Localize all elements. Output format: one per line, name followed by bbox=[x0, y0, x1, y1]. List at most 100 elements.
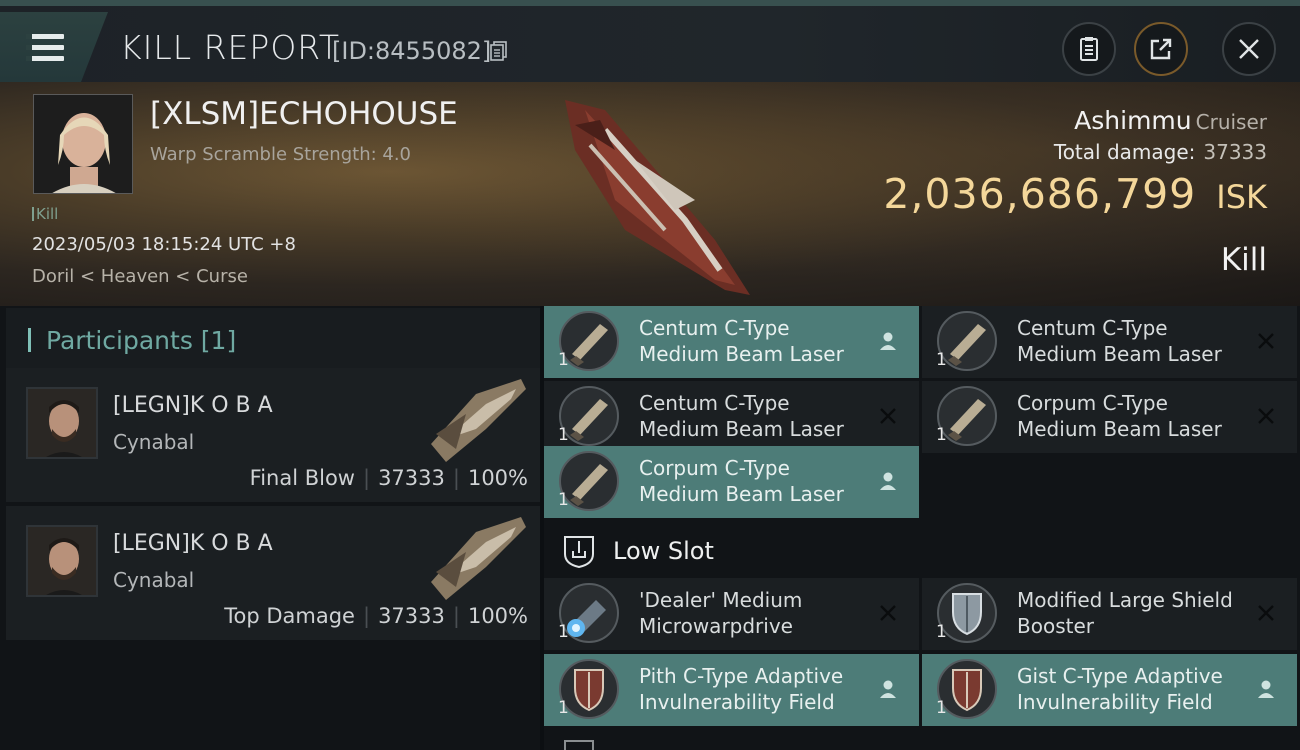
dropped-person-icon bbox=[880, 680, 896, 698]
participant-row[interactable]: [LEGN]K O B A Cynabal Top Damage | 37333 | 1… bbox=[6, 506, 540, 640]
module-quantity: 1 bbox=[936, 622, 947, 642]
kill-location: Doril < Heaven < Curse bbox=[32, 266, 248, 287]
participant-role: Final Blow bbox=[249, 466, 355, 490]
module-quantity: 1 bbox=[936, 425, 947, 445]
module-item[interactable]: 1 Centum C-Type Medium Beam Laser bbox=[922, 306, 1297, 378]
participants-panel: Participants [1] [LEGN]K O B A Cynabal F… bbox=[0, 306, 540, 750]
module-quantity: 1 bbox=[936, 698, 947, 718]
kill-result: Kill bbox=[1220, 242, 1267, 278]
share-button[interactable] bbox=[1134, 22, 1188, 76]
participant-percent: 100% bbox=[467, 466, 528, 490]
total-damage-value: 37333 bbox=[1203, 140, 1267, 164]
low-slot-header: Low Slot bbox=[544, 522, 1300, 578]
destroyed-x-icon bbox=[880, 408, 896, 424]
isk-value: 2,036,686,799 ISK bbox=[883, 170, 1267, 218]
isk-unit: ISK bbox=[1216, 178, 1267, 216]
isk-amount: 2,036,686,799 bbox=[883, 170, 1197, 218]
module-name-line1: 'Dealer' Medium bbox=[639, 588, 803, 612]
module-name-line1: Gist C-Type Adaptive bbox=[1017, 664, 1223, 688]
destroyed-x-icon bbox=[1258, 333, 1274, 349]
avatar[interactable] bbox=[26, 387, 98, 459]
module-quantity: 1 bbox=[936, 350, 947, 370]
participant-role: Top Damage bbox=[224, 604, 355, 628]
participant-row[interactable]: [LEGN]K O B A Cynabal Final Blow | 37333 | 1… bbox=[6, 368, 540, 502]
module-item[interactable]: 1 Centum C-Type Medium Beam Laser bbox=[544, 306, 919, 378]
participant-name: [LEGN]K O B A bbox=[113, 393, 273, 418]
menu-tab[interactable] bbox=[0, 12, 108, 82]
victim-ship: Ashimmu Cruiser bbox=[1074, 106, 1267, 135]
module-item[interactable]: 1 Corpum C-Type Medium Beam Laser bbox=[922, 381, 1297, 453]
warp-scramble-strength: Warp Scramble Strength: 4.0 bbox=[150, 144, 412, 165]
total-damage-label: Total damage: bbox=[1053, 140, 1196, 164]
module-item[interactable]: 1 Pith C-Type Adaptive Invulnerability F… bbox=[544, 654, 919, 726]
module-name-line2: Microwarpdrive bbox=[639, 614, 793, 638]
module-name-line1: Centum C-Type bbox=[639, 316, 790, 340]
avatar[interactable] bbox=[26, 525, 98, 597]
module-item[interactable]: 1 'Dealer' Medium Microwarpdrive bbox=[544, 578, 919, 650]
close-icon bbox=[1239, 39, 1259, 59]
participant-damage: 37333 bbox=[378, 466, 445, 490]
destroyed-x-icon bbox=[880, 605, 896, 621]
module-name-line1: Centum C-Type bbox=[639, 391, 790, 415]
participants-title: Participants [1] bbox=[46, 326, 237, 355]
dropped-person-icon bbox=[880, 332, 896, 350]
module-item[interactable]: 1 Corpum C-Type Medium Beam Laser bbox=[544, 446, 919, 518]
participant-avatar-image bbox=[28, 389, 96, 457]
victim-avatar-image bbox=[34, 95, 132, 193]
participant-stats: Top Damage | 37333 | 100% bbox=[224, 604, 528, 628]
module-name-line1: Modified Large Shield bbox=[1017, 588, 1233, 612]
module-quantity: 1 bbox=[558, 622, 569, 642]
total-damage: Total damage: 37333 bbox=[1054, 140, 1267, 164]
module-name-line2: Invulnerability Field bbox=[639, 690, 835, 714]
clipboard-icon bbox=[1080, 37, 1098, 61]
fittings-panel: 1 Centum C-Type Medium Beam Laser 1 Cent… bbox=[544, 306, 1300, 750]
participant-damage: 37333 bbox=[378, 604, 445, 628]
module-name-line1: Corpum C-Type bbox=[1017, 391, 1168, 415]
module-item[interactable]: 1 Centum C-Type Medium Beam Laser bbox=[544, 381, 919, 453]
victim-name: [XLSM]ECHOHOUSE bbox=[150, 96, 458, 132]
close-button[interactable] bbox=[1222, 22, 1276, 76]
module-name-line1: Corpum C-Type bbox=[639, 456, 790, 480]
destroyed-x-icon bbox=[1258, 605, 1274, 621]
victim-ship-class: Cruiser bbox=[1195, 110, 1267, 134]
module-name-line1: Pith C-Type Adaptive bbox=[639, 664, 844, 688]
module-quantity: 1 bbox=[558, 350, 569, 370]
share-icon bbox=[1150, 38, 1172, 60]
module-item[interactable]: 1 Modified Large Shield Booster bbox=[922, 578, 1297, 650]
module-name-line1: Centum C-Type bbox=[1017, 316, 1168, 340]
module-name-line2: Medium Beam Laser bbox=[639, 342, 844, 366]
module-quantity: 1 bbox=[558, 490, 569, 510]
kill-datetime: 2023/05/03 18:15:24 UTC +8 bbox=[32, 234, 296, 255]
participant-ship-image bbox=[431, 379, 526, 462]
participant-avatar-image bbox=[28, 527, 96, 595]
module-name-line2: Medium Beam Laser bbox=[639, 482, 844, 506]
module-quantity: 1 bbox=[558, 698, 569, 718]
participant-ship-image bbox=[431, 517, 526, 600]
participant-percent: 100% bbox=[467, 604, 528, 628]
dropped-person-icon bbox=[880, 472, 896, 490]
clipboard-button[interactable] bbox=[1062, 22, 1116, 76]
report-id: [ID:8455082] bbox=[332, 37, 492, 65]
participant-ship: Cynabal bbox=[113, 568, 195, 592]
copy-icon[interactable] bbox=[490, 41, 508, 61]
participant-ship: Cynabal bbox=[113, 430, 195, 454]
next-slot-icon bbox=[564, 740, 594, 750]
low-slot-title: Low Slot bbox=[613, 537, 714, 565]
victim-ship-image bbox=[565, 100, 750, 295]
victim-portrait[interactable] bbox=[33, 94, 133, 194]
module-name-line2: Invulnerability Field bbox=[1017, 690, 1213, 714]
module-name-line2: Medium Beam Laser bbox=[1017, 417, 1222, 441]
header-bar: KILL REPORT [ID:8455082] bbox=[0, 0, 1300, 82]
menu-icon[interactable] bbox=[26, 34, 64, 64]
module-name-line2: Booster bbox=[1017, 614, 1094, 638]
kill-banner: [XLSM]ECHOHOUSE Warp Scramble Strength: … bbox=[0, 82, 1300, 306]
module-quantity: 1 bbox=[558, 425, 569, 445]
module-item[interactable]: 1 Gist C-Type Adaptive Invulnerability F… bbox=[922, 654, 1297, 726]
module-name-line2: Medium Beam Laser bbox=[639, 417, 844, 441]
victim-ship-name: Ashimmu bbox=[1074, 106, 1192, 135]
module-name-line2: Medium Beam Laser bbox=[1017, 342, 1222, 366]
destroyed-x-icon bbox=[1258, 408, 1274, 424]
participant-name: [LEGN]K O B A bbox=[113, 531, 273, 556]
low-slot-icon bbox=[564, 536, 594, 568]
participant-stats: Final Blow | 37333 | 100% bbox=[249, 466, 528, 490]
